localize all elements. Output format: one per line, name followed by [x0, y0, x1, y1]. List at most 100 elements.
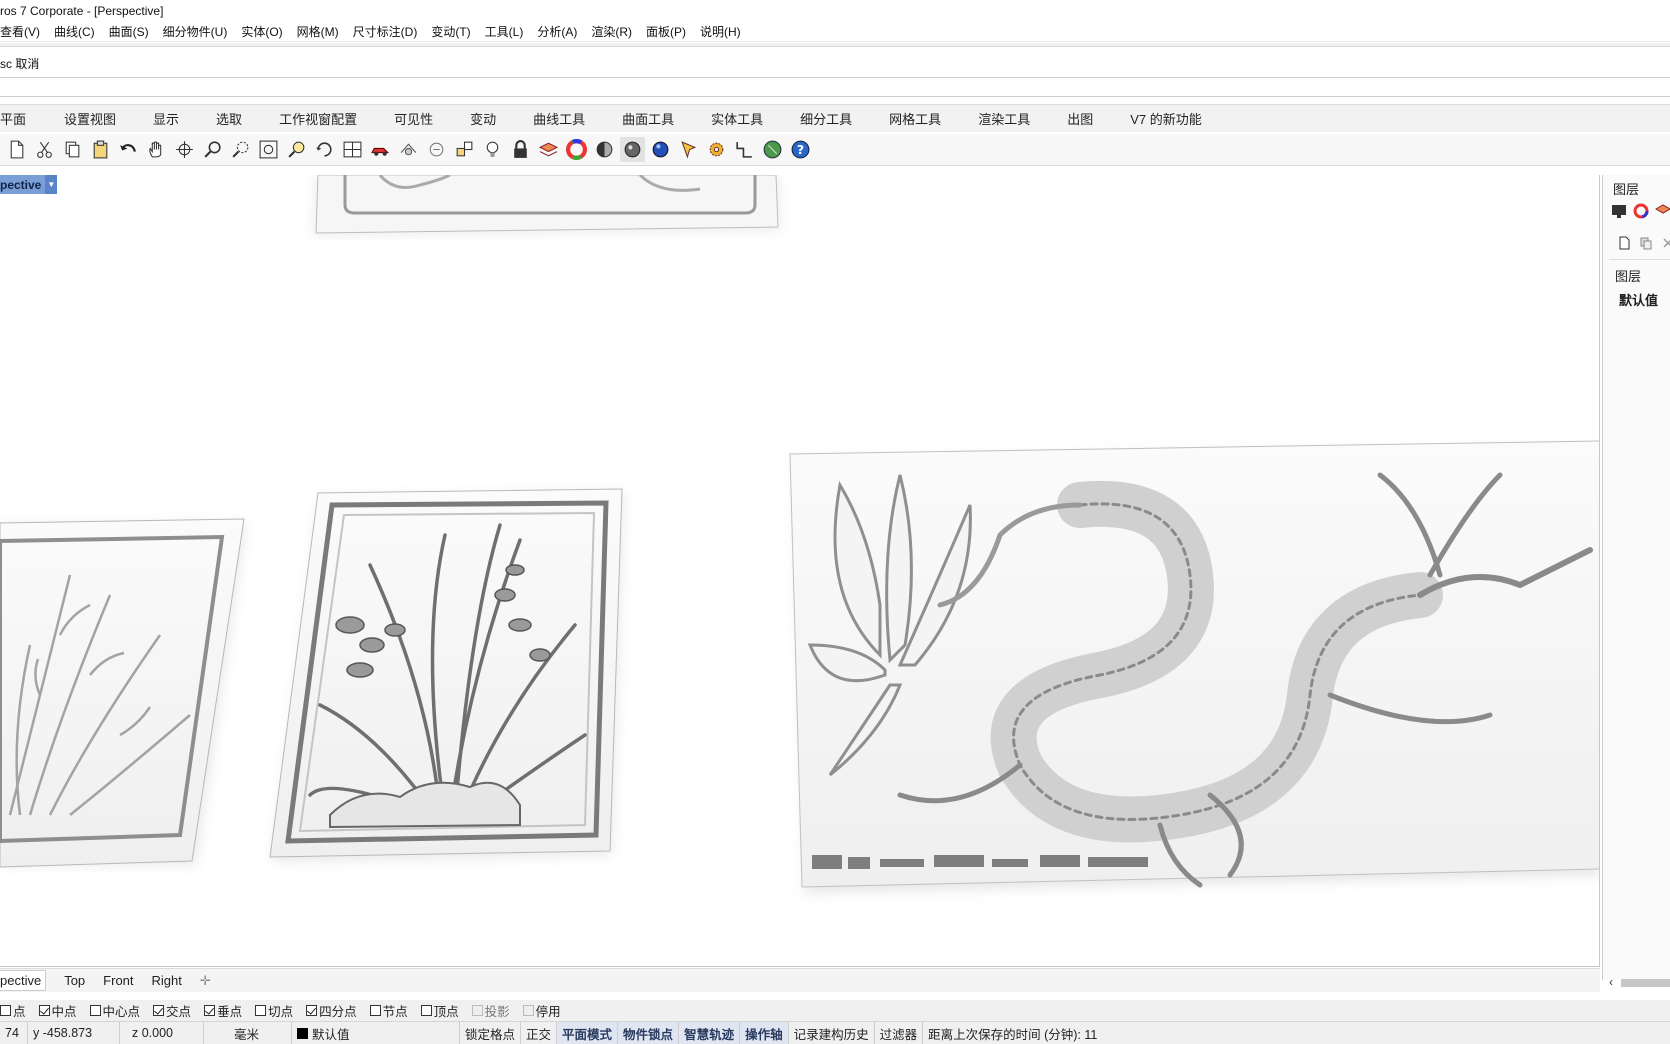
light-bulb-icon[interactable]: [480, 137, 505, 162]
gear-icon[interactable]: [704, 137, 729, 162]
tab-solid-tools[interactable]: 实体工具: [711, 109, 763, 128]
status-smarttrack[interactable]: 智慧轨迹: [679, 1021, 741, 1044]
zoom-icon[interactable]: [200, 137, 225, 162]
osnap-quad-checkbox[interactable]: [306, 1005, 318, 1016]
add-viewport-icon[interactable]: ✛: [200, 973, 211, 989]
tab-transform[interactable]: 变动: [470, 109, 496, 128]
new-file-icon[interactable]: [4, 137, 29, 162]
menu-mesh[interactable]: 网格(M): [290, 23, 346, 40]
menu-view[interactable]: 查看(V): [0, 23, 47, 40]
osnap-project-checkbox[interactable]: [471, 1005, 483, 1016]
tab-new-in-v7[interactable]: V7 的新功能: [1130, 109, 1202, 128]
menu-subd[interactable]: 细分物件(U): [156, 23, 235, 40]
carved-panel-orchid[interactable]: [269, 488, 624, 862]
osnap-knot-checkbox[interactable]: [369, 1005, 381, 1016]
carved-panel-left[interactable]: [0, 518, 246, 868]
menu-surface[interactable]: 曲面(S): [102, 23, 156, 40]
status-grid-snap[interactable]: 锁定格点: [460, 1021, 522, 1044]
rendered-sphere-icon[interactable]: [620, 137, 645, 162]
osnap-int[interactable]: 交点: [153, 1001, 191, 1020]
status-units[interactable]: 毫米: [204, 1021, 292, 1044]
osnap-perp[interactable]: 垂点: [204, 1001, 242, 1020]
tab-render-tools[interactable]: 渲染工具: [978, 109, 1030, 128]
osnap-tan-checkbox[interactable]: [255, 1005, 267, 1016]
undo-icon[interactable]: [116, 137, 141, 162]
globe-icon[interactable]: [760, 137, 785, 162]
show-objects-icon[interactable]: [452, 137, 477, 162]
close-icon[interactable]: [1661, 236, 1670, 253]
osnap-int-checkbox[interactable]: [153, 1005, 165, 1016]
viewport-title-tab[interactable]: pective ▼: [0, 175, 58, 194]
carved-panel-top[interactable]: [314, 175, 780, 235]
layer-icon[interactable]: [536, 137, 561, 162]
osnap-quad[interactable]: 四分点: [306, 1001, 357, 1020]
menu-analyze[interactable]: 分析(A): [530, 23, 584, 40]
osnap-disable-checkbox[interactable]: [522, 1005, 534, 1016]
osnap-perp-checkbox[interactable]: [204, 1005, 216, 1016]
osnap-vertex[interactable]: 顶点: [420, 1001, 459, 1020]
osnap-end-checkbox[interactable]: [0, 1005, 11, 1016]
osnap-disable[interactable]: 停用: [522, 1001, 561, 1020]
four-viewports-icon[interactable]: [340, 137, 365, 162]
tab-curve-tools[interactable]: 曲线工具: [533, 109, 585, 128]
copy-layer-icon[interactable]: [1639, 236, 1653, 253]
viewport-menu-chevron-down-icon[interactable]: ▼: [45, 175, 58, 194]
curve-tools-icon[interactable]: [732, 137, 757, 162]
pan-hand-icon[interactable]: [144, 137, 169, 162]
help-icon[interactable]: ?: [788, 137, 813, 162]
osnap-cen-checkbox[interactable]: [89, 1005, 101, 1016]
layer-icon[interactable]: [1654, 203, 1670, 222]
status-ortho[interactable]: 正交: [521, 1021, 558, 1044]
osnap-knot[interactable]: 节点: [369, 1001, 408, 1020]
zoom-selected-icon[interactable]: [284, 137, 309, 162]
osnap-project[interactable]: 投影: [471, 1001, 510, 1020]
tab-front[interactable]: Front: [103, 973, 133, 988]
carved-panel-dragon[interactable]: [789, 440, 1600, 893]
menu-help[interactable]: 说明(H): [693, 23, 748, 40]
osnap-end[interactable]: 点: [0, 1001, 26, 1020]
tab-visibility[interactable]: 可见性: [394, 109, 433, 128]
new-layer-icon[interactable]: [1617, 236, 1631, 253]
tab-subd-tools[interactable]: 细分工具: [800, 109, 852, 128]
display-panel-icon[interactable]: [1611, 203, 1627, 222]
status-filter[interactable]: 过滤器: [875, 1021, 924, 1044]
scroll-left-icon[interactable]: ‹: [1609, 975, 1613, 989]
status-record-history[interactable]: 记录建构历史: [789, 1021, 875, 1044]
blue-sphere-icon[interactable]: [648, 137, 673, 162]
rotate-camera-icon[interactable]: [312, 137, 337, 162]
menu-dimension[interactable]: 尺寸标注(D): [346, 23, 425, 40]
status-gumball[interactable]: 操作轴: [740, 1021, 789, 1044]
zoom-extents-icon[interactable]: [256, 137, 281, 162]
horizontal-scrollbar[interactable]: [1621, 979, 1670, 987]
status-osnap[interactable]: 物件锁点: [618, 1021, 680, 1044]
color-wheel-icon[interactable]: [1633, 203, 1649, 222]
paste-icon[interactable]: [88, 137, 113, 162]
status-planar[interactable]: 平面模式: [557, 1021, 619, 1044]
tab-top[interactable]: Top: [64, 973, 85, 988]
copy-icon[interactable]: [60, 137, 85, 162]
osnap-mid[interactable]: 中点: [38, 1001, 77, 1020]
shaded-sphere-icon[interactable]: [592, 137, 617, 162]
tab-select[interactable]: 选取: [216, 109, 242, 128]
tab-cplanes[interactable]: 设置视图: [64, 109, 116, 128]
menu-curve[interactable]: 曲线(C): [47, 23, 102, 40]
object-properties-icon[interactable]: [396, 137, 421, 162]
rotate-view-icon[interactable]: [172, 137, 197, 162]
options-icon[interactable]: [676, 137, 701, 162]
car-icon[interactable]: [368, 137, 393, 162]
layer-row-default[interactable]: 默认值: [1619, 290, 1658, 309]
tab-surface-tools[interactable]: 曲面工具: [622, 109, 674, 128]
menu-tools[interactable]: 工具(L): [478, 23, 531, 40]
menu-render[interactable]: 渲染(R): [584, 23, 639, 40]
tab-perspective[interactable]: pective: [0, 970, 47, 991]
perspective-viewport[interactable]: [0, 175, 1600, 967]
osnap-cen[interactable]: 中心点: [89, 1001, 140, 1020]
menu-solid[interactable]: 实体(O): [234, 23, 289, 40]
lock-icon[interactable]: [508, 137, 533, 162]
cut-icon[interactable]: [32, 137, 57, 162]
status-layer[interactable]: 默认值: [292, 1021, 460, 1044]
zoom-window-icon[interactable]: [228, 137, 253, 162]
osnap-vertex-checkbox[interactable]: [420, 1005, 432, 1016]
color-wheel-icon[interactable]: [564, 137, 589, 162]
tab-display[interactable]: 显示: [153, 109, 179, 128]
